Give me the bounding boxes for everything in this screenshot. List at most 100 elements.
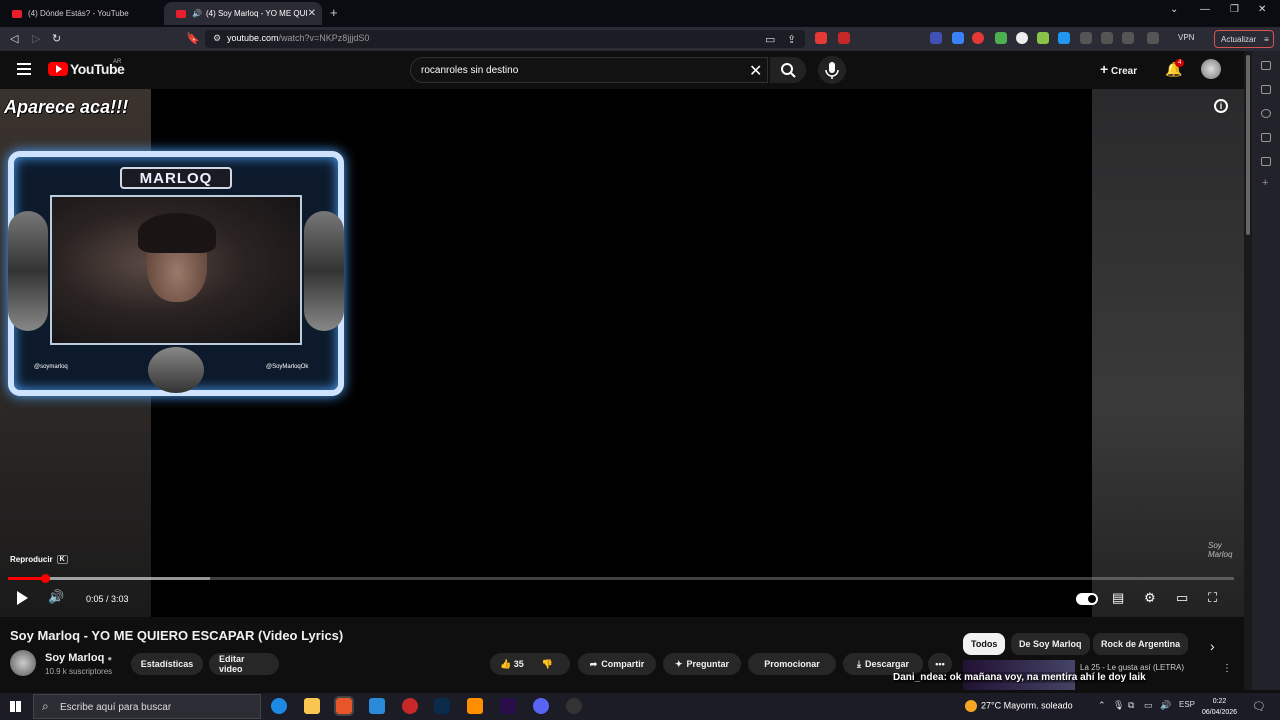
page-scrollbar[interactable] [1244,51,1252,690]
sidebar-add-icon[interactable]: + [1262,177,1268,189]
close-window-button[interactable]: ✕ [1258,4,1266,15]
scrubber-handle[interactable] [40,574,50,583]
weather-widget[interactable]: 27°C Mayorm. soleado [965,700,1073,712]
opera-icon[interactable] [402,698,418,714]
windows-start-icon[interactable] [10,701,21,712]
like-button[interactable]: 👍 35 [500,659,524,670]
clear-search-icon[interactable]: ✕ [749,61,762,81]
sidebar-notes-icon[interactable] [1261,133,1271,142]
vegas-icon[interactable] [369,698,385,714]
photoshop-icon[interactable] [434,698,450,714]
url-input[interactable]: ⚙ youtube.com/watch?v=NKPz8jjjdS0 ▭ ⇪ [205,30,805,48]
related-title[interactable]: La 25 - Le gusta así (LETRA) [1080,663,1184,672]
minimize-button[interactable]: — [1200,4,1210,15]
chip-from-channel[interactable]: De Soy Marloq [1011,633,1090,655]
info-icon[interactable]: i [1214,99,1228,113]
voice-search-button[interactable] [818,56,846,84]
close-tab-icon[interactable]: ✕ [308,8,316,19]
speaker-icon[interactable]: 🔊 [192,9,202,18]
premiere-icon[interactable] [500,698,516,714]
settings-gear-icon[interactable]: ⚙ [1144,590,1156,606]
ask-button[interactable]: ✦ Preguntar [663,653,741,675]
forward-button[interactable]: ▷ [32,32,40,45]
chips-next-icon[interactable]: › [1210,638,1215,654]
share-icon[interactable]: ⇪ [787,33,796,46]
menu-icon[interactable] [17,63,31,75]
volume-icon[interactable]: 🔊 [48,589,64,605]
play-button[interactable] [15,591,29,605]
channel-watermark[interactable]: Soy Marloq [1208,541,1244,559]
scrollbar-thumb[interactable] [1246,55,1250,235]
subtitles-icon[interactable]: ▤ [1112,590,1124,606]
browser-tab-1[interactable]: (4) Dónde Estás? - YouTube [0,2,158,25]
music-icon[interactable] [1101,32,1113,44]
fl-studio-icon[interactable] [467,698,483,714]
bookmark-icon[interactable]: 🔖 [186,32,200,45]
site-info-icon[interactable]: ⚙ [213,33,221,44]
channel-avatar[interactable] [10,650,36,676]
autoplay-toggle[interactable] [1076,593,1098,605]
share-button[interactable]: ➦ Compartir [578,653,656,675]
obs-icon[interactable] [566,698,582,714]
sidebar-toggle-icon[interactable] [1122,32,1134,44]
extension-record-icon[interactable] [972,32,984,44]
cast-icon[interactable]: ▭ [765,33,775,46]
reload-button[interactable]: ↻ [52,32,61,45]
translate-icon[interactable] [952,32,964,44]
promote-button[interactable]: Promocionar [748,653,836,675]
language-indicator[interactable]: ESP [1179,700,1195,709]
wallet-icon[interactable] [1147,32,1159,44]
video-player[interactable]: Aparece aca!!! MARLOQ @soymarloq @SoyMar… [0,89,1244,617]
chip-rock-argentina[interactable]: Rock de Argentina [1093,633,1189,655]
brave-shield-icon[interactable] [815,32,827,44]
sidebar-bookmarks-icon[interactable] [1261,85,1271,94]
taskbar-clock[interactable]: 0:22 06/04/2026 [1202,696,1237,718]
new-tab-button[interactable]: + [330,5,338,20]
taskbar-search[interactable]: ⌕ Escribe aquí para buscar [33,694,261,719]
vpn-button[interactable]: VPN [1178,33,1194,42]
volume-tray-icon[interactable]: 🔊 [1160,700,1171,711]
create-button[interactable]: + Crear [1100,61,1137,77]
dislike-icon[interactable]: 👎 [542,659,553,670]
file-explorer-icon[interactable] [304,698,320,714]
progress-bar[interactable] [8,574,1234,583]
microphone-tray-icon[interactable]: 🎙 [1113,700,1124,711]
extension-icon[interactable] [1037,32,1049,44]
sidebar-history-icon[interactable] [1261,109,1271,118]
theater-mode-icon[interactable]: ▭ [1176,590,1188,606]
search-input[interactable]: rocanroles sin destino ✕ [410,57,768,83]
stats-button[interactable]: Estadísticas [131,653,203,675]
sidebar-apps-icon[interactable] [1261,157,1271,166]
youtube-logo-icon[interactable] [48,62,68,76]
brave-icon[interactable] [334,696,354,716]
browser-tab-2-active[interactable]: 🔊 (4) Soy Marloq - YO ME QUI ✕ [164,2,322,25]
update-button[interactable]: Actualizar ≡ [1214,30,1274,48]
brave-rewards-icon[interactable] [838,32,850,44]
fullscreen-icon[interactable]: ⛶ [1208,590,1217,606]
play-tooltip: Reproducir K [10,555,68,564]
restore-button[interactable]: ❐ [1230,4,1239,15]
extension-icon[interactable] [1058,32,1070,44]
tab-list-icon[interactable]: ⌄ [1170,4,1178,15]
account-avatar[interactable] [1201,59,1221,79]
search-button[interactable] [770,57,806,83]
edge-icon[interactable] [271,698,287,714]
extensions-icon[interactable] [1080,32,1092,44]
edit-video-button[interactable]: Editar video [209,653,279,675]
discord-icon[interactable] [533,698,549,714]
network-icon[interactable]: ▭ [1144,700,1153,711]
channel-name[interactable]: Soy Marloq ● [45,652,112,664]
back-button[interactable]: ◁ [10,32,18,45]
extension-icon[interactable] [1016,32,1028,44]
related-menu-icon[interactable]: ⋮ [1222,663,1232,674]
browser-sidebar: + [1252,51,1280,690]
notification-center-icon[interactable]: 🗨 [1252,700,1266,713]
chip-all[interactable]: Todos [963,633,1006,655]
extension-icon[interactable] [930,32,942,44]
taskbar-search-placeholder: Escribe aquí para buscar [60,702,172,713]
sidebar-reading-list-icon[interactable] [1261,61,1271,70]
youtube-favicon-icon [176,9,186,18]
extension-icon[interactable] [995,32,1007,44]
tray-expand-icon[interactable]: ⌃ [1098,700,1106,711]
tray-app-icon[interactable]: ⧉ [1128,700,1134,711]
